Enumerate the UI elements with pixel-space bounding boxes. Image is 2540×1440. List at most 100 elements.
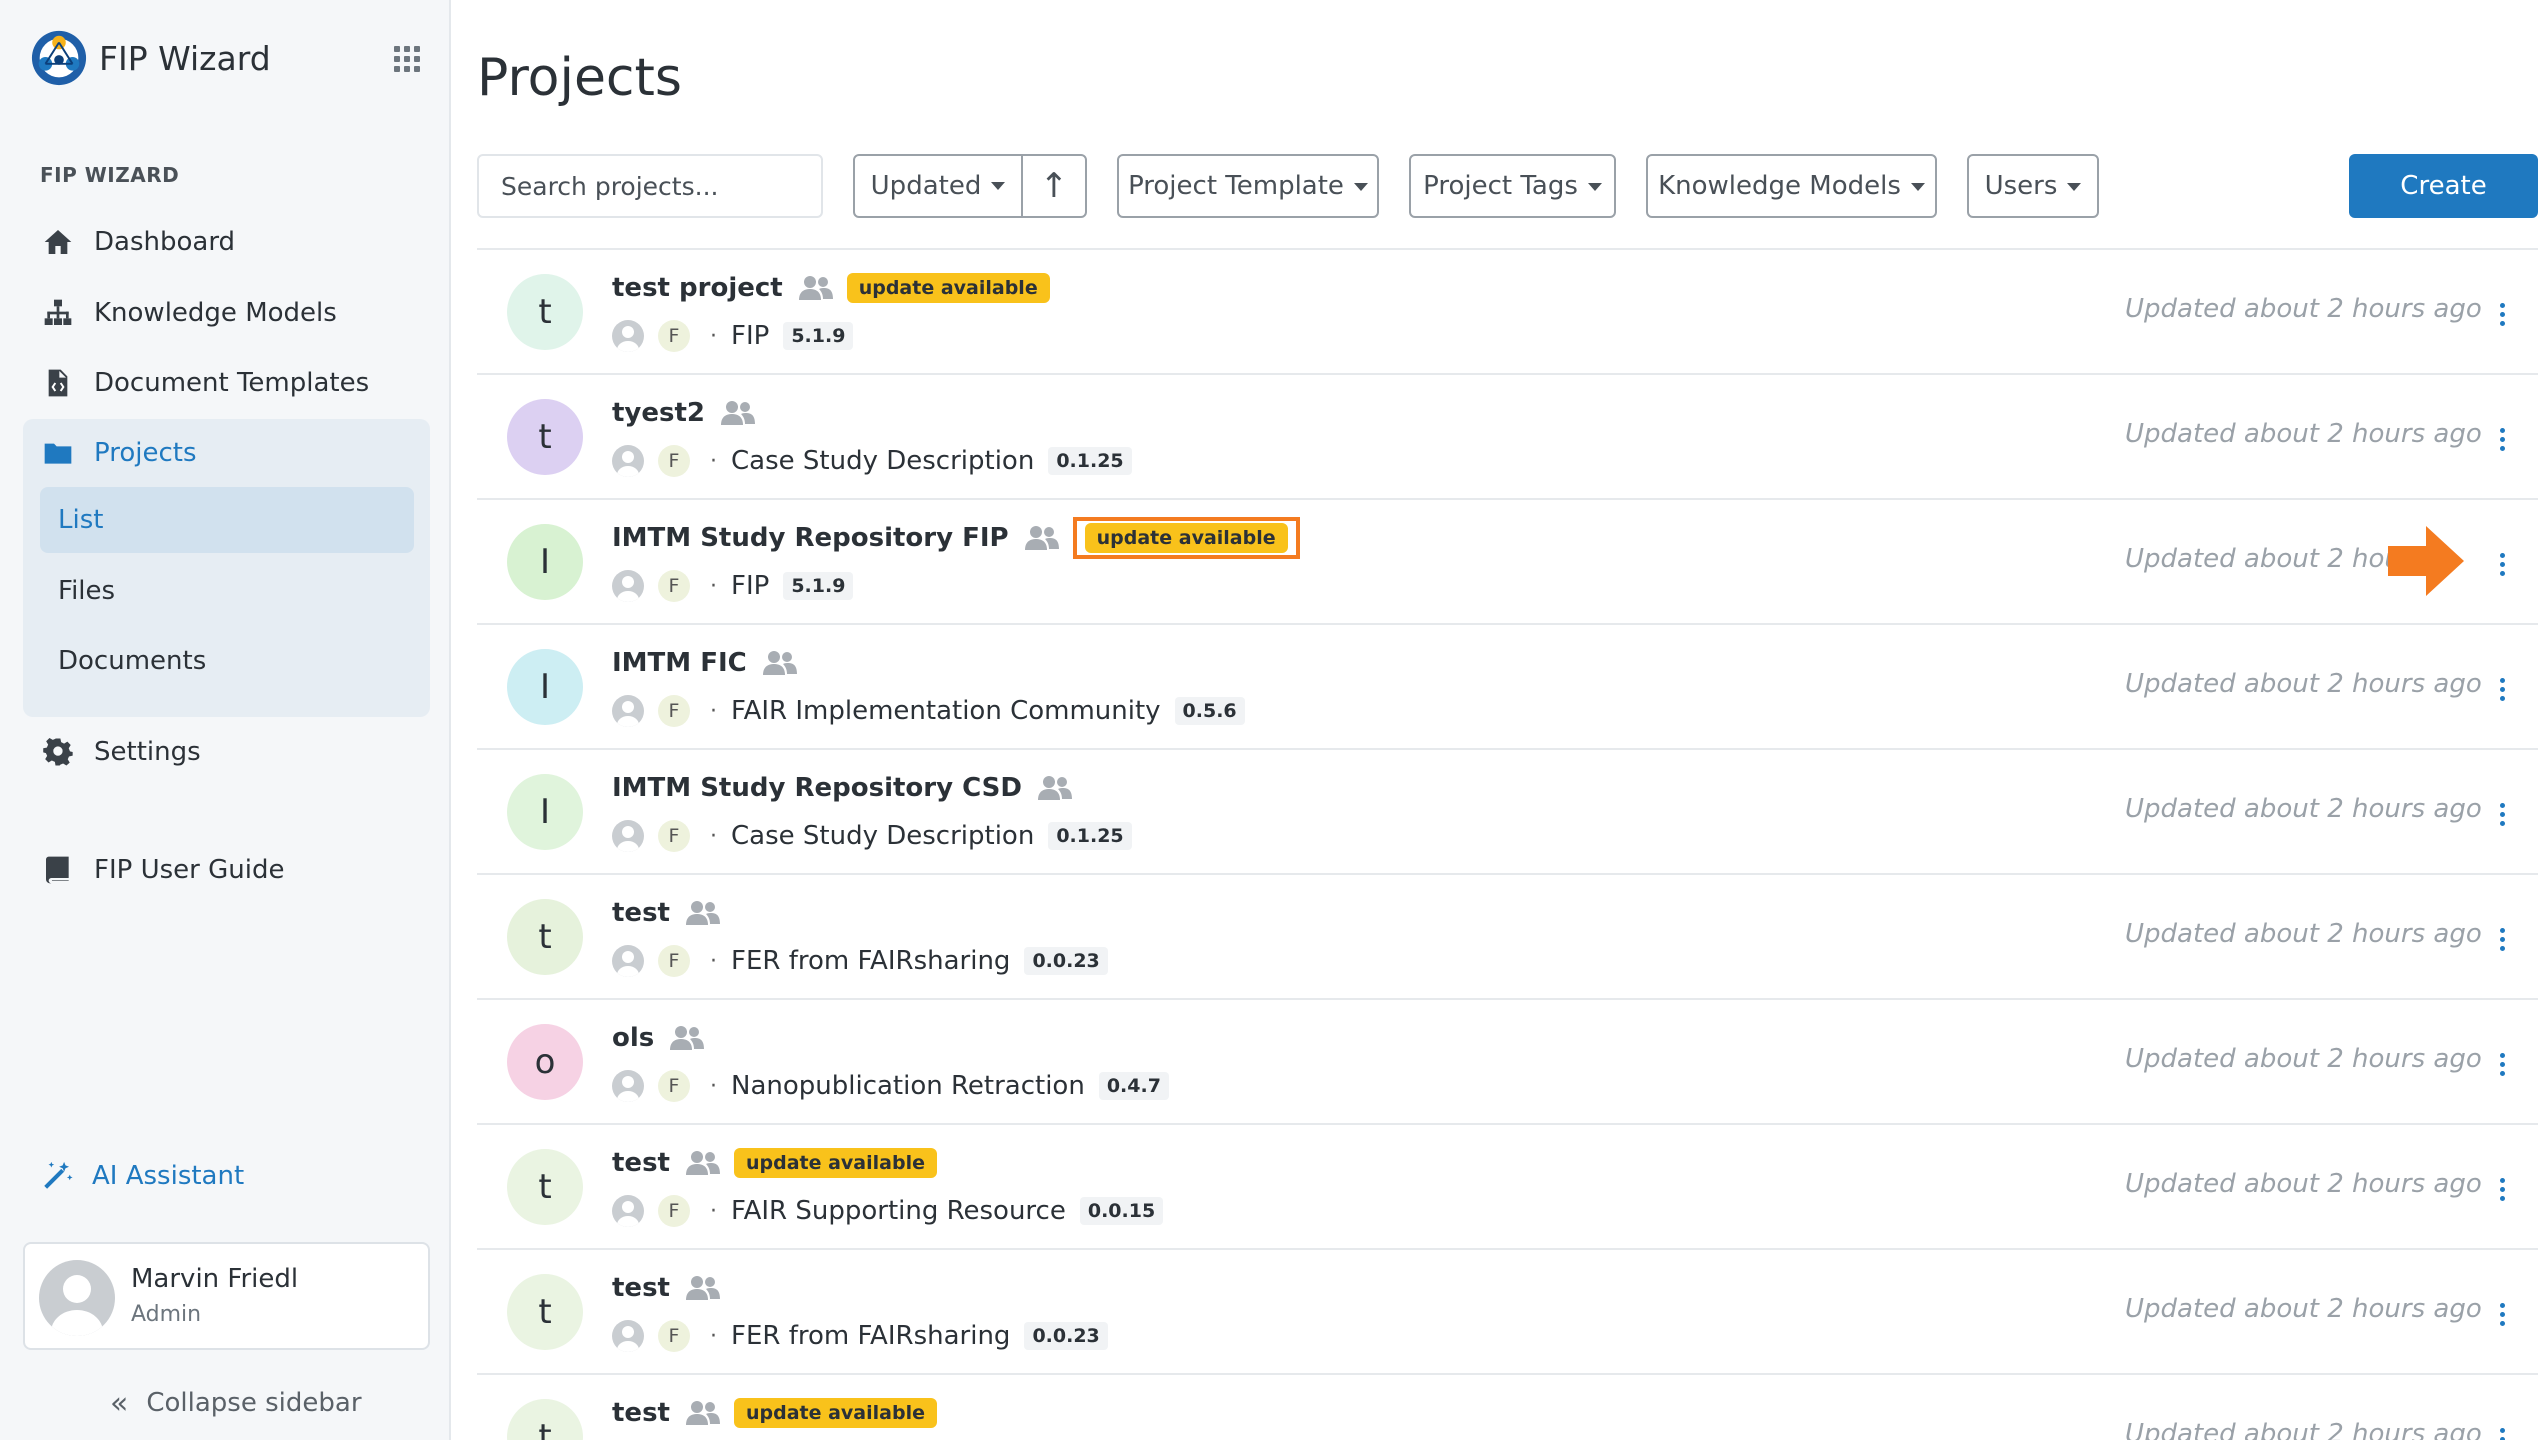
filter-users[interactable]: Users xyxy=(1967,154,2099,218)
avatar xyxy=(612,1070,644,1102)
search-input[interactable]: Search projects... xyxy=(477,154,823,218)
avatar xyxy=(612,945,644,977)
project-name-link[interactable]: test xyxy=(612,1148,670,1178)
sidebar-item-fip-user-guide[interactable]: FIP User Guide xyxy=(40,845,284,895)
filter-label: Users xyxy=(1984,171,2058,201)
table-row[interactable]: I IMTM Study Repository CSD F · Case Study D… xyxy=(477,748,2538,873)
separator-dot: · xyxy=(710,1323,717,1349)
updated-timestamp: Updated about 2 hours ago xyxy=(2125,919,2482,949)
sort-field-dropdown[interactable]: Updated xyxy=(855,156,1023,216)
status-badge: update available xyxy=(846,273,1050,303)
updated-timestamp: Updated about 2 hours ago xyxy=(2125,1294,2482,1324)
arrow-right-icon xyxy=(2388,526,2464,596)
updated-timestamp: Updated about 2 hours ago xyxy=(2125,794,2482,824)
ai-assistant-link[interactable]: AI Assistant xyxy=(40,1151,244,1201)
sidebar: FIP Wizard FIP WIZARD Dashboard Knowledg… xyxy=(0,0,451,1440)
knowledge-model-name: FIP xyxy=(731,571,770,601)
sidebar-item-label: Document Templates xyxy=(94,368,370,398)
version-badge: 5.1.9 xyxy=(783,572,854,600)
sidebar-subitem-documents[interactable]: Documents xyxy=(40,628,414,694)
avatar: F xyxy=(658,320,690,352)
more-actions-icon[interactable] xyxy=(2487,794,2517,834)
caret-down-icon xyxy=(2067,183,2082,191)
separator-dot: · xyxy=(710,948,717,974)
project-name-link[interactable]: IMTM Study Repository FIP xyxy=(612,523,1009,553)
more-actions-icon[interactable] xyxy=(2487,1169,2517,1209)
updated-timestamp: Updated about 2 hours ago xyxy=(2125,1044,2482,1074)
version-badge: 0.1.25 xyxy=(1048,822,1132,850)
project-name-link[interactable]: IMTM FIC xyxy=(612,648,747,678)
table-row[interactable]: t test F · FER from FAIRsharing 0.0.23 Updated… xyxy=(477,1248,2538,1373)
more-actions-icon[interactable] xyxy=(2487,419,2517,459)
sidebar-item-settings[interactable]: Settings xyxy=(40,727,201,777)
project-avatar: I xyxy=(507,774,583,850)
caret-down-icon xyxy=(1587,183,1602,191)
status-badge: update available xyxy=(733,1398,937,1428)
version-badge: 0.0.15 xyxy=(1079,1197,1164,1225)
app-switcher-grid-icon[interactable] xyxy=(394,46,420,72)
project-name-link[interactable]: tyest2 xyxy=(612,398,705,428)
sidebar-item-document-templates[interactable]: Document Templates xyxy=(40,358,369,408)
sidebar-item-projects[interactable]: Projects xyxy=(40,428,197,478)
home-icon xyxy=(40,224,76,260)
sidebar-subitem-list[interactable]: List xyxy=(40,487,414,553)
more-actions-icon[interactable] xyxy=(2487,544,2517,584)
users-icon xyxy=(685,1275,720,1301)
filter-label: Knowledge Models xyxy=(1658,171,1901,201)
more-actions-icon[interactable] xyxy=(2487,919,2517,959)
file-code-icon xyxy=(40,365,76,401)
filter-project-template[interactable]: Project Template xyxy=(1117,154,1379,218)
version-badge: 0.0.23 xyxy=(1024,947,1108,975)
brand[interactable]: FIP Wizard xyxy=(30,27,271,89)
table-row[interactable]: t tyest2 F · Case Study Description 0.1.25 Upd… xyxy=(477,373,2538,498)
project-name-link[interactable]: ols xyxy=(612,1023,654,1053)
collapse-sidebar-label: Collapse sidebar xyxy=(146,1388,362,1418)
separator-dot: · xyxy=(710,823,717,849)
users-icon xyxy=(721,400,756,426)
project-name-link[interactable]: test xyxy=(612,1273,670,1303)
project-name-link[interactable]: test xyxy=(612,898,670,928)
sidebar-item-knowledge-models[interactable]: Knowledge Models xyxy=(40,288,337,338)
user-role: Admin xyxy=(131,1302,202,1327)
more-actions-icon[interactable] xyxy=(2487,669,2517,709)
updated-timestamp: Updated about 2 hours xyxy=(2125,544,2426,574)
avatar xyxy=(39,1260,115,1336)
table-row[interactable]: t test F · FER from FAIRsharing 0.0.23 Updated… xyxy=(477,873,2538,998)
avatar xyxy=(612,570,644,602)
project-name-link[interactable]: test xyxy=(612,1398,670,1428)
knowledge-model-name: FER from FAIRsharing xyxy=(731,1321,1011,1351)
ai-assistant-label: AI Assistant xyxy=(92,1161,245,1191)
user-card[interactable]: Marvin Friedl Admin xyxy=(23,1242,430,1350)
sort-field-label: Updated xyxy=(870,171,982,201)
sidebar-item-label: FIP User Guide xyxy=(94,855,285,885)
more-actions-icon[interactable] xyxy=(2487,1419,2517,1440)
table-row[interactable]: I IMTM FIC F · FAIR Implementation Community… xyxy=(477,623,2538,748)
create-button[interactable]: Create xyxy=(2349,154,2538,218)
filter-project-tags[interactable]: Project Tags xyxy=(1409,154,1616,218)
sidebar-item-dashboard[interactable]: Dashboard xyxy=(40,217,235,267)
table-row[interactable]: ttestupdate availableF·FIP5.1.9Updated a… xyxy=(477,1373,2538,1440)
status-badge: update available xyxy=(733,1148,937,1178)
project-avatar: t xyxy=(507,399,583,475)
more-actions-icon[interactable] xyxy=(2487,294,2517,334)
table-row[interactable]: o ols F · Nanopublication Retraction 0.4.7 Upd… xyxy=(477,998,2538,1123)
sidebar-subitem-files[interactable]: Files xyxy=(40,558,414,624)
arrow-up-icon: ↑ xyxy=(1039,166,1069,206)
magic-wand-icon xyxy=(44,1161,73,1189)
table-row[interactable]: I IMTM Study Repository FIP update availab… xyxy=(477,498,2538,623)
project-name-link[interactable]: test project xyxy=(612,273,783,303)
sort-direction-button[interactable]: ↑ xyxy=(1023,156,1085,216)
filter-knowledge-models[interactable]: Knowledge Models xyxy=(1646,154,1937,218)
more-actions-icon[interactable] xyxy=(2487,1044,2517,1084)
collapse-sidebar-button[interactable]: « Collapse sidebar xyxy=(110,1383,362,1423)
table-row[interactable]: t test update available F · FAIR Supporting R… xyxy=(477,1123,2538,1248)
avatar: F xyxy=(658,445,690,477)
users-icon xyxy=(762,650,797,676)
table-row[interactable]: t test project update available F · FIP 5.1.9 U… xyxy=(477,248,2538,373)
double-chevron-left-icon: « xyxy=(110,1385,129,1421)
users-icon xyxy=(670,1025,705,1051)
knowledge-model-name: Case Study Description xyxy=(731,821,1035,851)
avatar: F xyxy=(658,945,690,977)
more-actions-icon[interactable] xyxy=(2487,1294,2517,1334)
project-name-link[interactable]: IMTM Study Repository CSD xyxy=(612,773,1022,803)
